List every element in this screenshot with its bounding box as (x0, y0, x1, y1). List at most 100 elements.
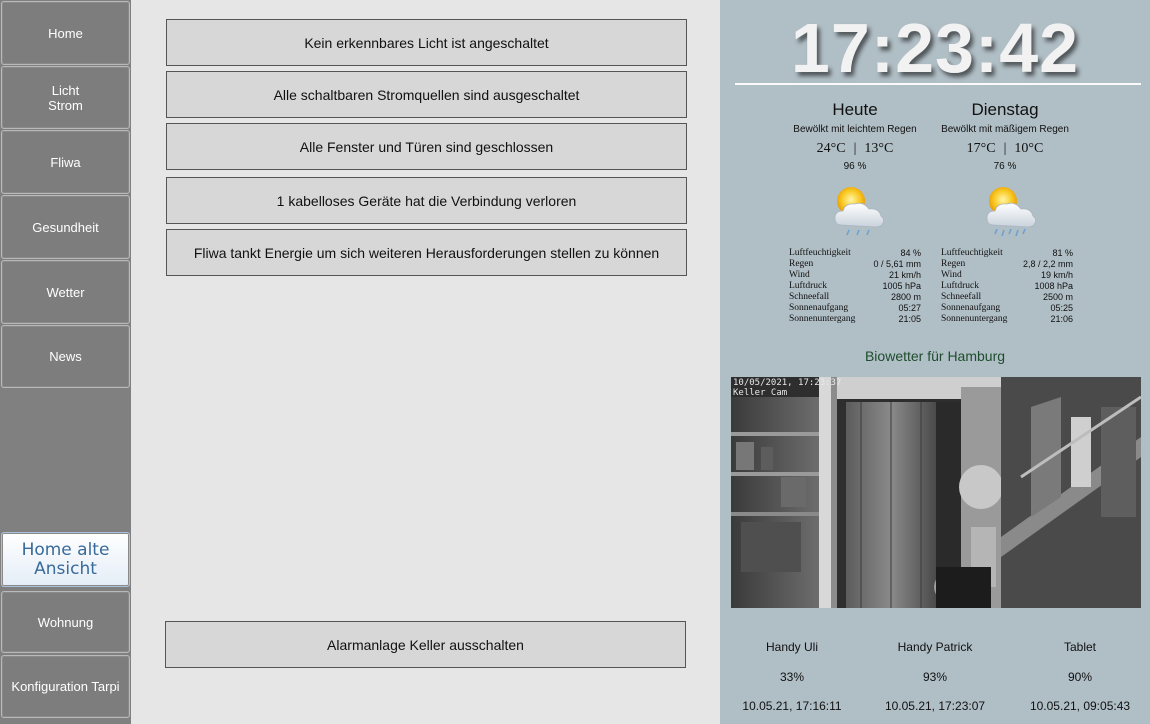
device-battery: 90% (1067, 670, 1093, 684)
nav-label: Licht Strom (48, 82, 83, 113)
temp-separator: | (853, 141, 857, 156)
nav-label: Home (48, 25, 83, 41)
nav-home-alte-ansicht[interactable]: Home alte Ansicht (1, 532, 130, 587)
nav-wetter[interactable]: Wetter (1, 260, 130, 324)
device-last-seen: 10.05.21, 09:05:43 (1029, 699, 1131, 713)
nav-licht-strom[interactable]: Licht Strom (1, 66, 130, 129)
detail-value: 1008 hPa (1034, 281, 1073, 291)
detail-row: Sonnenuntergang 21:05 (789, 314, 921, 325)
cloud-sun-rain-icon (834, 187, 885, 236)
nav-label: Fliwa (50, 154, 81, 170)
detail-row: Luftfeuchtigkeit 81 % (941, 248, 1073, 259)
detail-label: Schneefall (789, 292, 830, 302)
camera-timestamp: 10/05/2021, 17:23:37 (733, 378, 842, 388)
precip-probability: 76 % (993, 161, 1017, 172)
detail-value: 21:05 (898, 314, 921, 324)
detail-label: Schneefall (941, 292, 982, 302)
detail-row: Sonnenaufgang 05:27 (789, 303, 921, 314)
alarm-off-button[interactable]: Alarmanlage Keller ausschalten (165, 621, 686, 668)
detail-row: Luftdruck 1005 hPa (789, 281, 921, 292)
detail-label: Wind (789, 270, 810, 280)
device-battery: 33% (779, 670, 805, 684)
detail-value: 21:06 (1050, 314, 1073, 324)
detail-label: Regen (941, 259, 966, 269)
status-text: Fliwa tankt Energie um sich weiteren Her… (193, 244, 660, 261)
sidebar: Home Licht Strom Fliwa Gesundheit Wetter… (0, 0, 131, 724)
detail-row: Regen 0 / 5,61 mm (789, 259, 921, 270)
detail-label: Sonnenaufgang (941, 303, 1001, 313)
nav-label: Wetter (46, 284, 85, 300)
details-today: Luftfeuchtigkeit 84 % Regen 0 / 5,61 mm Wi… (789, 248, 921, 325)
status-text: Alle Fenster und Türen sind geschlossen (299, 138, 554, 155)
detail-value: 2800 m (890, 292, 921, 302)
detail-value: 19 km/h (1040, 270, 1073, 280)
detail-value: 84 % (900, 248, 921, 258)
temperatures: 24°C | 13°C (770, 141, 940, 157)
detail-value: 05:25 (1050, 303, 1073, 313)
nav-gesundheit[interactable]: Gesundheit (1, 195, 130, 259)
status-text: Alle schaltbaren Stromquellen sind ausge… (273, 86, 580, 103)
status-text: Kein erkennbares Licht ist angeschaltet (304, 34, 549, 51)
detail-label: Luftfeuchtigkeit (941, 248, 1003, 258)
forecast-tuesday: Dienstag Bewölkt mit mäßigem Regen 17°C |… (920, 100, 1090, 172)
dashboard: Home Licht Strom Fliwa Gesundheit Wetter… (0, 0, 1150, 724)
condition: Bewölkt mit leichtem Regen (793, 124, 917, 135)
temp-separator: | (1003, 141, 1007, 156)
status-text: 1 kabelloses Geräte hat die Verbindung v… (276, 192, 577, 209)
temp-low: 13°C (864, 141, 894, 156)
day-name: Heute (832, 100, 878, 119)
detail-row: Schneefall 2500 m (941, 292, 1073, 303)
biowetter-link[interactable]: Biowetter für Hamburg (720, 348, 1150, 364)
detail-label: Wind (941, 270, 962, 280)
detail-label: Regen (789, 259, 814, 269)
temp-high: 24°C (816, 141, 846, 156)
device-name: Tablet (1063, 640, 1097, 654)
detail-value: 2500 m (1042, 292, 1073, 302)
nav-konfiguration-tarpi[interactable]: Konfiguration Tarpi (1, 655, 130, 718)
detail-row: Luftfeuchtigkeit 84 % (789, 248, 921, 259)
precip-probability: 96 % (843, 161, 867, 172)
nav-label: Gesundheit (32, 219, 99, 235)
alarm-button-label: Alarmanlage Keller ausschalten (327, 636, 524, 653)
detail-label: Sonnenaufgang (789, 303, 849, 313)
nav-home[interactable]: Home (1, 1, 130, 65)
nav-label: News (49, 349, 82, 364)
detail-row: Wind 19 km/h (941, 270, 1073, 281)
device-name: Handy Patrick (897, 640, 973, 654)
temperatures: 17°C | 10°C (920, 141, 1090, 157)
nav-fliwa[interactable]: Fliwa (1, 130, 130, 194)
status-windows: Alle Fenster und Türen sind geschlossen (166, 123, 687, 170)
day-name: Dienstag (971, 100, 1039, 119)
detail-value: 0 / 5,61 mm (873, 259, 921, 269)
status-fliwa: Fliwa tankt Energie um sich weiteren Her… (166, 229, 687, 276)
device-last-seen: 10.05.21, 17:16:11 (742, 699, 842, 713)
info-panel: 17:23:42 Heute Bewölkt mit leichtem Rege… (720, 0, 1150, 724)
camera-feed[interactable]: 10/05/2021, 17:23:37 Keller Cam (731, 377, 1141, 608)
camera-overlay: 10/05/2021, 17:23:37 Keller Cam (733, 378, 841, 398)
temp-high: 17°C (966, 141, 996, 156)
condition: Bewölkt mit mäßigem Regen (941, 124, 1069, 135)
camera-name: Keller Cam (733, 388, 788, 398)
divider (735, 83, 1141, 85)
device-tablet: Tablet 90% 10.05.21, 09:05:43 (1010, 640, 1150, 713)
details-tuesday: Luftfeuchtigkeit 81 % Regen 2,8 / 2,2 mm W… (941, 248, 1073, 325)
temp-low: 10°C (1014, 141, 1044, 156)
detail-value: 05:27 (898, 303, 921, 313)
detail-row: Luftdruck 1008 hPa (941, 281, 1073, 292)
device-handy-uli: Handy Uli 33% 10.05.21, 17:16:11 (722, 640, 862, 713)
detail-label: Luftdruck (789, 281, 827, 291)
detail-row: Wind 21 km/h (789, 270, 921, 281)
device-last-seen: 10.05.21, 17:23:07 (884, 699, 986, 713)
nav-wohnung[interactable]: Wohnung (1, 591, 130, 653)
detail-label: Sonnenuntergang (789, 314, 856, 324)
detail-value: 1005 hPa (882, 281, 921, 291)
status-wireless: 1 kabelloses Geräte hat die Verbindung v… (166, 177, 687, 224)
detail-label: Sonnenuntergang (941, 314, 1008, 324)
nav-label: Konfiguration Tarpi (11, 679, 120, 694)
nav-news[interactable]: News (1, 325, 130, 388)
clock: 17:23:42 (790, 9, 1080, 87)
nav-label: Home alte Ansicht (21, 539, 110, 579)
camera-image (731, 377, 1141, 608)
detail-row: Sonnenaufgang 05:25 (941, 303, 1073, 314)
device-handy-patrick: Handy Patrick 93% 10.05.21, 17:23:07 (865, 640, 1005, 713)
